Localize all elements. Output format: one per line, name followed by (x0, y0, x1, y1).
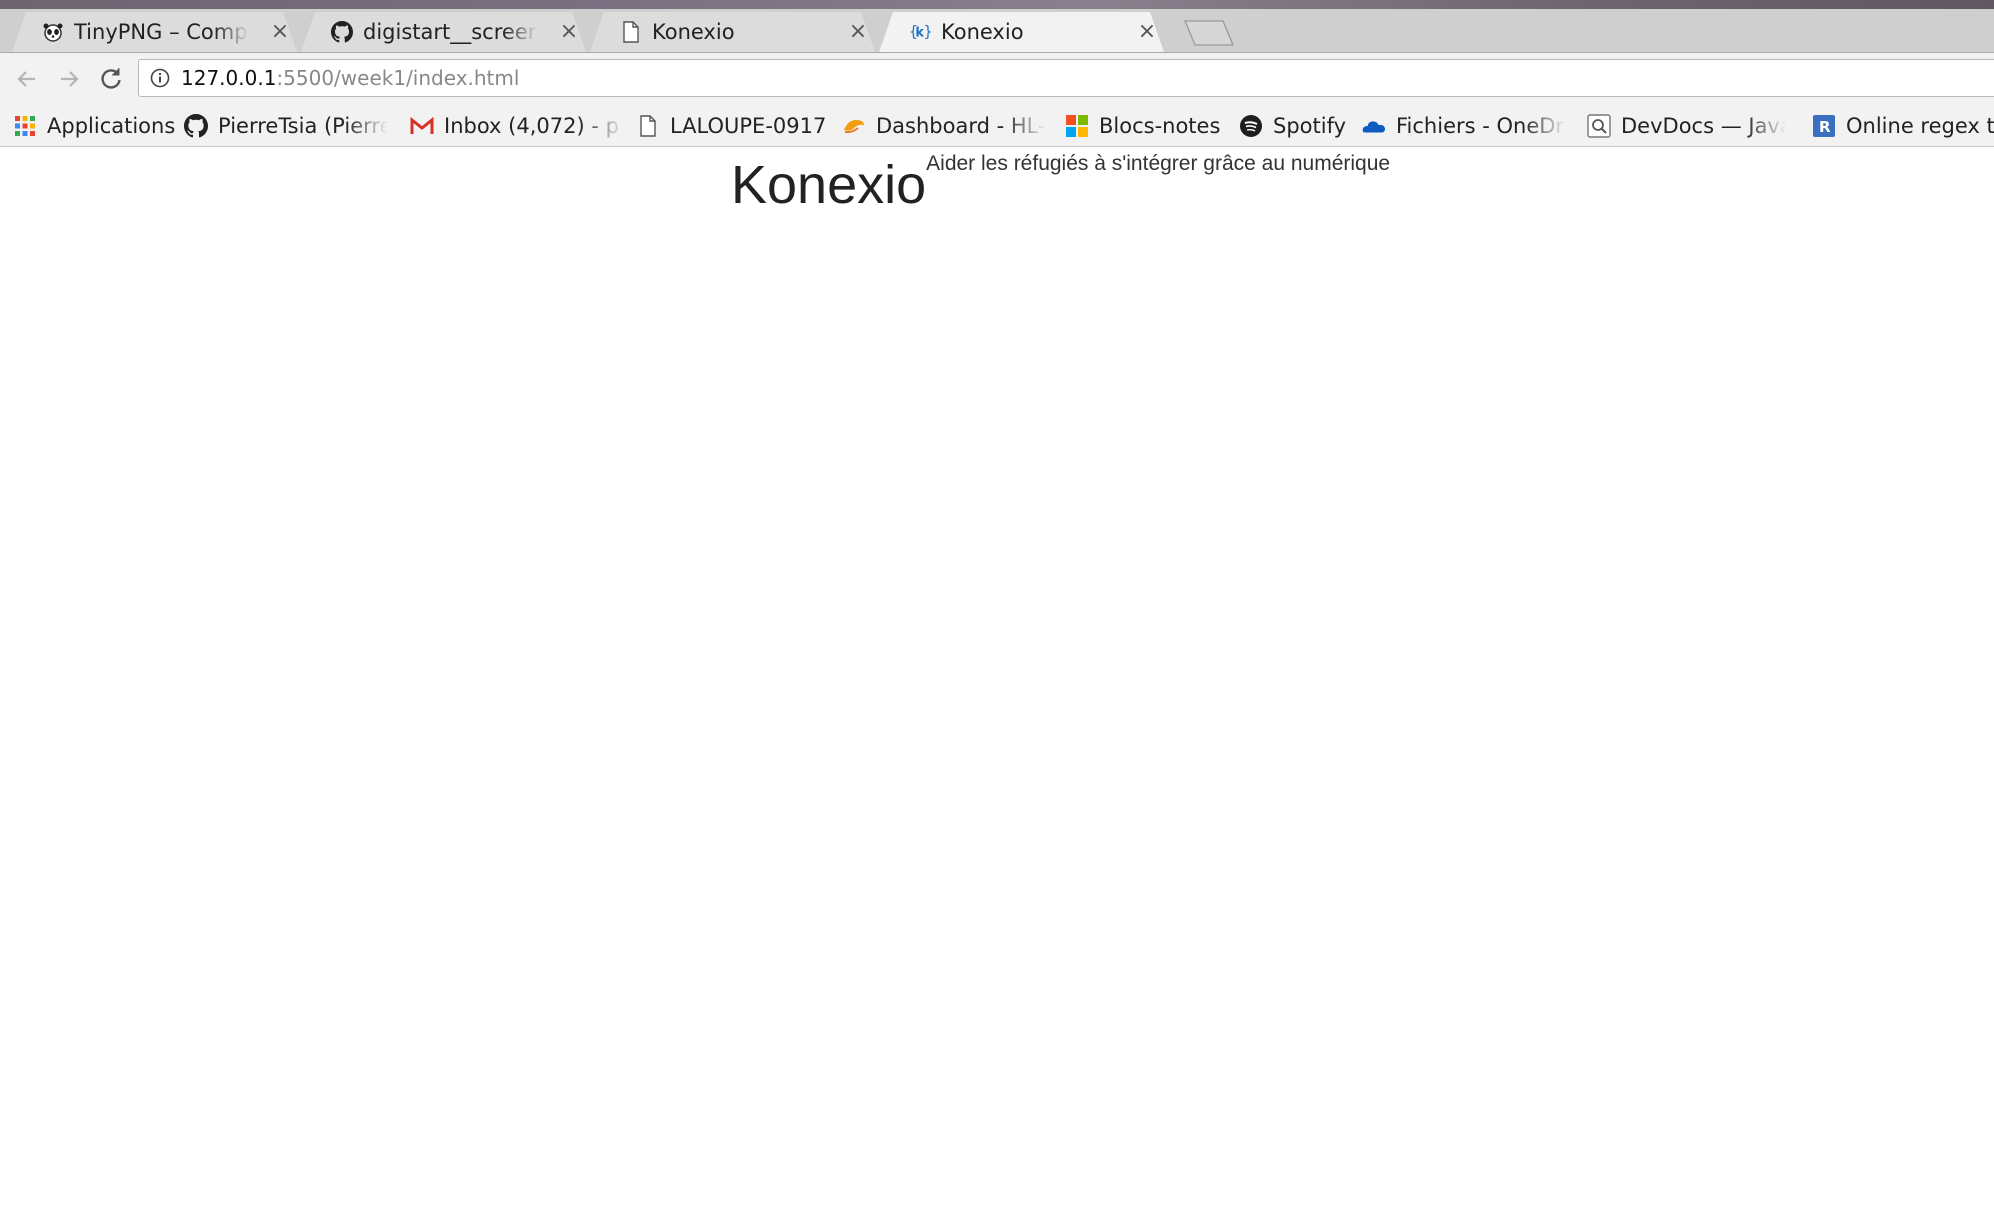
bookmark-label: PierreTsia (Pierre (218, 114, 388, 138)
site-header: Konexio Aider les réfugiés à s'intégrer … (731, 147, 1390, 217)
page-icon (620, 21, 642, 43)
bookmarks-bar: Applications PierreTsia (Pierre Inbox (4… (0, 105, 1994, 147)
desktop-wallpaper-strip (0, 0, 1994, 9)
bookmark-spotify[interactable]: Spotify (1239, 105, 1347, 146)
spotify-icon (1239, 114, 1263, 138)
github-icon (331, 21, 353, 43)
tab-strip: TinyPNG – Compress PNG images × digistar… (0, 9, 1994, 53)
site-tagline: Aider les réfugiés à s'intégrer grâce au… (926, 152, 1391, 175)
tab-title: digistart__screenshots (363, 20, 538, 44)
reload-icon (101, 68, 121, 89)
forward-button[interactable] (52, 63, 86, 95)
page-icon (636, 114, 660, 138)
url-path[interactable]: :5500/week1/index.html (276, 66, 519, 90)
bookmark-github-pierretsia[interactable]: PierreTsia (Pierre (184, 105, 388, 146)
tab-close-button[interactable]: × (269, 21, 291, 43)
tinypng-panda-icon (42, 21, 64, 43)
bookmark-label: Inbox (4,072) - p (444, 114, 619, 138)
bookmark-blocs-notes[interactable]: Blocs-notes (1065, 105, 1221, 146)
devdocs-icon (1587, 114, 1611, 138)
github-icon (184, 114, 208, 138)
address-bar[interactable]: 127.0.0.1:5500/week1/index.html (138, 59, 1994, 97)
tab-konexio-active[interactable]: { k } Konexio × (879, 12, 1164, 52)
arrow-left-icon (17, 71, 35, 87)
bookmark-label: Applications (47, 114, 176, 138)
arrow-right-icon (61, 71, 79, 87)
tab-close-button[interactable]: × (847, 21, 869, 43)
bookmark-label: Dashboard - HL-J (876, 114, 1046, 138)
gmail-icon (410, 114, 434, 138)
tab-close-button[interactable]: × (558, 21, 580, 43)
bookmark-laloupe[interactable]: LALOUPE-0917 (636, 105, 827, 146)
site-title: Konexio (731, 155, 927, 215)
tab-title: Konexio (941, 20, 1024, 44)
reload-button[interactable] (94, 63, 128, 95)
bookmark-label: LALOUPE-0917 (670, 114, 827, 138)
bookmark-dashboard[interactable]: Dashboard - HL-J (842, 105, 1046, 146)
onedrive-icon (1362, 114, 1386, 138)
bookmark-applications[interactable]: Applications (13, 105, 176, 146)
navigation-toolbar: 127.0.0.1:5500/week1/index.html (0, 53, 1994, 105)
tab-github-screenshots[interactable]: digistart__screenshots × (301, 12, 586, 52)
new-tab-button[interactable] (1183, 20, 1235, 46)
bookmark-label: Spotify (1273, 114, 1347, 138)
bookmark-gmail-inbox[interactable]: Inbox (4,072) - p (410, 105, 624, 146)
tab-konexio-inactive[interactable]: Konexio × (590, 12, 875, 52)
tab-tinypng[interactable]: TinyPNG – Compress PNG images × (12, 12, 297, 52)
tab-title: Konexio (652, 20, 735, 44)
url-host[interactable]: 127.0.0.1 (181, 66, 276, 90)
bookmark-devdocs[interactable]: DevDocs — Java (1587, 105, 1786, 146)
bookmark-label: Online regex te (1846, 114, 1994, 138)
bookmark-online-regex[interactable]: R Online regex te (1812, 105, 1994, 146)
tab-close-button[interactable]: × (1136, 21, 1158, 43)
browser-window: TinyPNG – Compress PNG images × digistar… (0, 0, 1994, 1208)
bookmark-onedrive[interactable]: Fichiers - OneDri (1362, 105, 1566, 146)
konexio-k-icon: { k } (909, 21, 931, 43)
regex-r-icon: R (1812, 114, 1836, 138)
bookmark-label: DevDocs — Java (1621, 114, 1786, 138)
bookmark-label: Blocs-notes (1099, 114, 1221, 138)
apps-grid-icon (13, 114, 37, 138)
info-icon[interactable] (149, 67, 171, 89)
microsoft-icon (1065, 114, 1089, 138)
svg-text:R: R (1819, 118, 1831, 136)
svg-text:}: } (924, 24, 931, 41)
bookmark-label: Fichiers - OneDri (1396, 114, 1566, 138)
back-button[interactable] (10, 63, 44, 95)
page-content: Konexio Aider les réfugiés à s'intégrer … (0, 147, 1994, 1208)
tab-title: TinyPNG – Compress PNG images (74, 20, 249, 44)
dashboard-icon (842, 114, 866, 138)
